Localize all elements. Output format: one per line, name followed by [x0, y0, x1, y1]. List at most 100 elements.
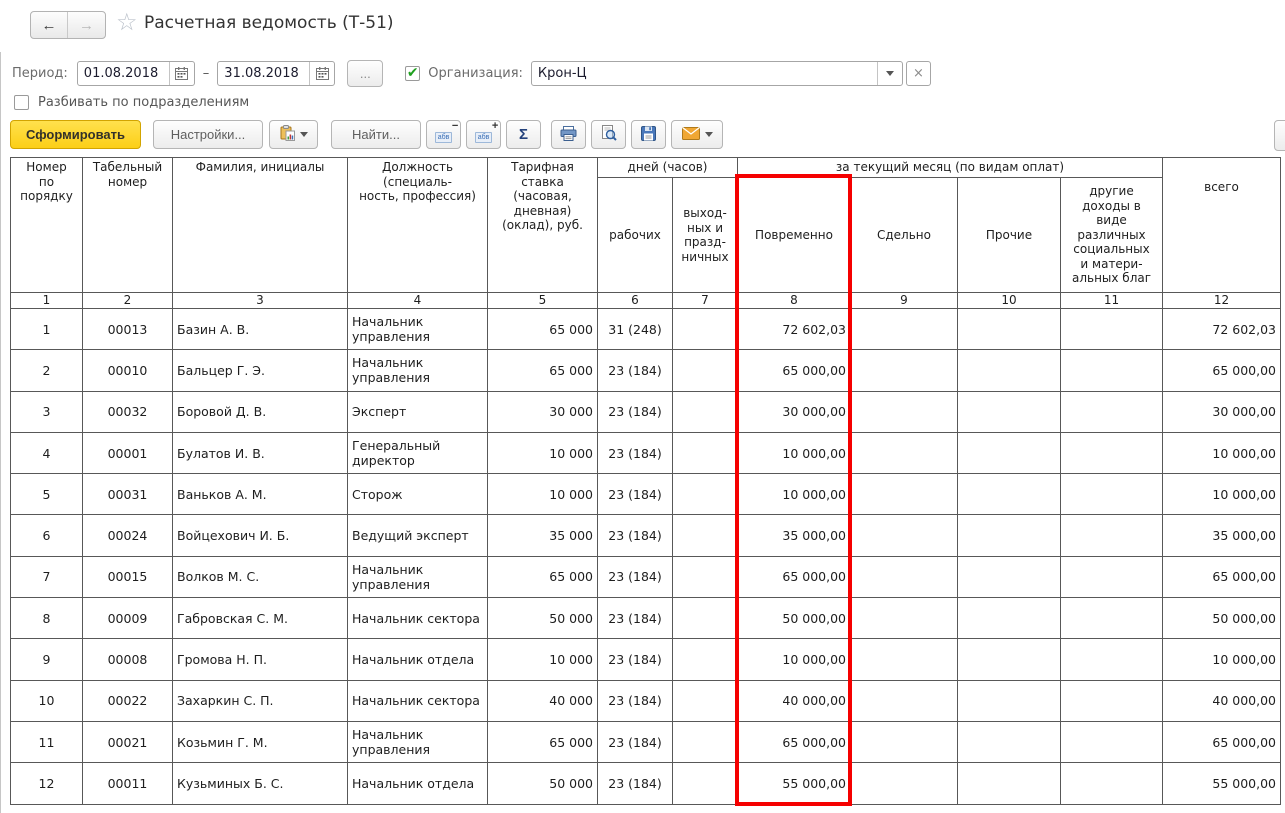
- cell[interactable]: [672, 473, 738, 516]
- cell[interactable]: 65 000: [487, 555, 598, 599]
- cell[interactable]: 12: [10, 762, 83, 805]
- cell[interactable]: Эксперт: [347, 390, 488, 433]
- cell[interactable]: 00021: [82, 720, 173, 764]
- cell[interactable]: 40 000: [487, 679, 598, 722]
- date-from-field[interactable]: 01.08.2018: [76, 61, 195, 86]
- cell[interactable]: 31 (248): [597, 307, 673, 351]
- cell[interactable]: 23 (184): [597, 762, 673, 805]
- cell[interactable]: 10 000,00: [1162, 473, 1281, 516]
- cell[interactable]: 10 000,00: [737, 473, 851, 516]
- cell[interactable]: 23 (184): [597, 638, 673, 681]
- cell[interactable]: Волков М. С.: [172, 555, 348, 599]
- cell[interactable]: 23 (184): [597, 390, 673, 433]
- cell[interactable]: Козьмин Г. М.: [172, 720, 348, 764]
- cell[interactable]: 65 000,00: [1162, 555, 1281, 599]
- cell[interactable]: 00009: [82, 597, 173, 640]
- cell[interactable]: Боровой Д. В.: [172, 390, 348, 433]
- cell[interactable]: 10 000,00: [1162, 431, 1281, 475]
- cell[interactable]: Габровская С. М.: [172, 597, 348, 640]
- organization-value[interactable]: Крон-Ц: [532, 66, 877, 81]
- calendar-icon[interactable]: [168, 62, 194, 85]
- cell[interactable]: 23 (184): [597, 597, 673, 640]
- cell[interactable]: [672, 720, 738, 764]
- chevron-down-icon[interactable]: [876, 62, 902, 85]
- cell[interactable]: [957, 638, 1061, 681]
- cell[interactable]: 40 000,00: [737, 679, 851, 722]
- cell[interactable]: [1060, 349, 1163, 392]
- cell[interactable]: [672, 638, 738, 681]
- sum-button[interactable]: Σ: [506, 120, 541, 149]
- cell[interactable]: 00032: [82, 390, 173, 433]
- cell[interactable]: [1060, 762, 1163, 805]
- cell[interactable]: Бальцер Г. Э.: [172, 349, 348, 392]
- print-preview-button[interactable]: [591, 120, 626, 149]
- cell[interactable]: 50 000,00: [1162, 597, 1281, 640]
- cell[interactable]: 23 (184): [597, 679, 673, 722]
- cell[interactable]: 50 000: [487, 762, 598, 805]
- cell[interactable]: 00022: [82, 679, 173, 722]
- cell[interactable]: Начальник отдела: [347, 762, 488, 805]
- cell[interactable]: [957, 514, 1061, 557]
- date-from-value[interactable]: 01.08.2018: [78, 66, 169, 81]
- cell[interactable]: [957, 431, 1061, 475]
- cell[interactable]: 00001: [82, 431, 173, 475]
- cell[interactable]: [850, 720, 958, 764]
- cell[interactable]: Войцехович И. Б.: [172, 514, 348, 557]
- cell[interactable]: 55 000,00: [737, 762, 851, 805]
- cell[interactable]: 50 000,00: [737, 597, 851, 640]
- cell[interactable]: 23 (184): [597, 431, 673, 475]
- cell[interactable]: [672, 679, 738, 722]
- cell[interactable]: 00031: [82, 473, 173, 516]
- cell[interactable]: [957, 307, 1061, 351]
- send-mail-button[interactable]: [671, 120, 723, 149]
- cell[interactable]: [850, 390, 958, 433]
- cell[interactable]: 8: [10, 597, 83, 640]
- cell[interactable]: 00013: [82, 307, 173, 351]
- forward-button[interactable]: →: [68, 12, 105, 38]
- cell[interactable]: [850, 514, 958, 557]
- cell[interactable]: 00011: [82, 762, 173, 805]
- cell[interactable]: Ваньков А. М.: [172, 473, 348, 516]
- cell[interactable]: 10 000,00: [737, 431, 851, 475]
- cell[interactable]: Ведущий эксперт: [347, 514, 488, 557]
- cell[interactable]: 65 000,00: [737, 555, 851, 599]
- cell[interactable]: 10: [10, 679, 83, 722]
- cell[interactable]: [850, 762, 958, 805]
- cell[interactable]: 00015: [82, 555, 173, 599]
- cell[interactable]: 40 000,00: [1162, 679, 1281, 722]
- cell[interactable]: 10 000: [487, 473, 598, 516]
- cell[interactable]: [957, 349, 1061, 392]
- cell[interactable]: [1060, 431, 1163, 475]
- cell[interactable]: Сторож: [347, 473, 488, 516]
- cell[interactable]: 55 000,00: [1162, 762, 1281, 805]
- find-button[interactable]: Найти...: [331, 120, 421, 149]
- cell[interactable]: 5: [10, 473, 83, 516]
- cell[interactable]: 23 (184): [597, 720, 673, 764]
- settings-button[interactable]: Настройки...: [153, 120, 263, 149]
- cell[interactable]: 65 000,00: [1162, 349, 1281, 392]
- cell[interactable]: Захаркин С. П.: [172, 679, 348, 722]
- cell[interactable]: 65 000,00: [1162, 720, 1281, 764]
- expand-groups-button[interactable]: абв +: [466, 120, 501, 149]
- cell[interactable]: [957, 390, 1061, 433]
- organization-checkbox[interactable]: ✔: [405, 66, 421, 81]
- cell[interactable]: Начальник сектора: [347, 679, 488, 722]
- cell[interactable]: [1060, 638, 1163, 681]
- cell[interactable]: [1060, 555, 1163, 599]
- cell[interactable]: Булатов И. В.: [172, 431, 348, 475]
- cell[interactable]: [850, 473, 958, 516]
- cell[interactable]: 10 000,00: [1162, 638, 1281, 681]
- cell[interactable]: [1060, 307, 1163, 351]
- favorite-star-icon[interactable]: ☆: [116, 8, 138, 36]
- clipped-toolbar-button[interactable]: [1274, 120, 1285, 151]
- cell[interactable]: [1060, 720, 1163, 764]
- back-button[interactable]: ←: [31, 12, 68, 38]
- cell[interactable]: Начальник сектора: [347, 597, 488, 640]
- cell[interactable]: [850, 638, 958, 681]
- cell[interactable]: 7: [10, 555, 83, 599]
- period-more-button[interactable]: ...: [347, 60, 384, 87]
- cell[interactable]: 1: [10, 307, 83, 351]
- cell[interactable]: Начальник отдела: [347, 638, 488, 681]
- cell[interactable]: 35 000,00: [1162, 514, 1281, 557]
- cell[interactable]: 11: [10, 720, 83, 764]
